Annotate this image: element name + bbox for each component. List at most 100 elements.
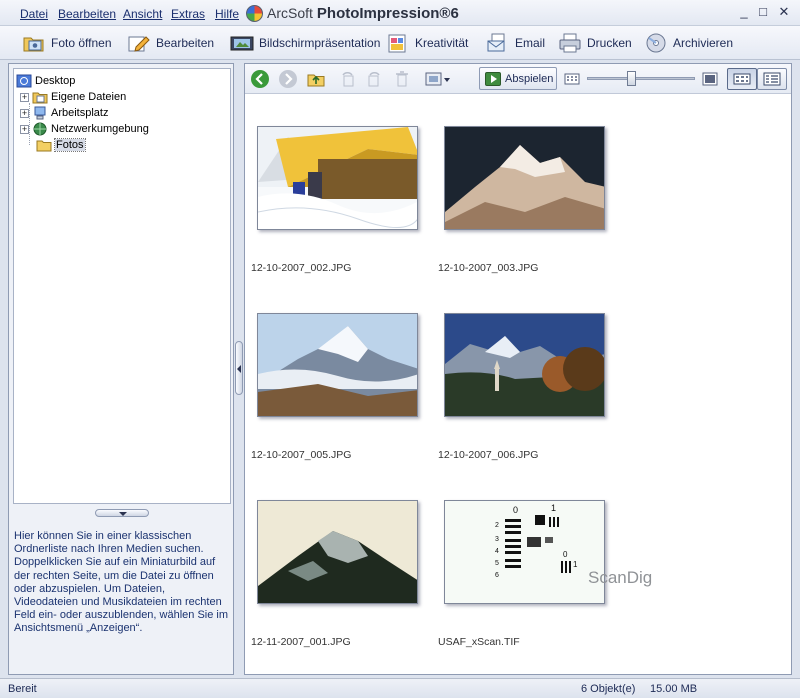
photo-alpine-village [445,314,604,416]
menu-bearbeiten[interactable]: Bearbeiten [58,7,116,21]
thumbnail-caption-3[interactable]: 12-10-2007_005.JPG [251,449,351,461]
details-view-button[interactable] [757,68,787,90]
object-count: 6 Objekt(e) [581,683,636,695]
email-button[interactable]: Email [486,30,545,56]
photo-mountain-dark [445,127,604,229]
email-icon [486,32,510,54]
tree-label-desktop: Desktop [35,75,76,87]
printer-icon [558,32,582,54]
forward-arrow-icon[interactable] [279,70,297,88]
svg-text:4: 4 [495,548,499,555]
open-photo-icon [22,32,46,54]
print-button[interactable]: Drucken [558,30,632,56]
large-thumbnail-icon[interactable] [701,70,719,88]
svg-text:1: 1 [573,560,578,569]
app-version: ®6 [439,4,459,22]
back-arrow-icon[interactable] [251,70,269,88]
minimize-button[interactable]: _ [736,5,752,19]
tree-label-eigene-dateien: Eigene Dateien [51,91,127,103]
folder-pane: Desktop + Eigene Dateien + Arbeitsplatz … [8,63,234,675]
svg-text:0: 0 [513,505,518,515]
small-thumbnails-icon[interactable] [563,70,581,88]
thumbnail-caption-5[interactable]: 12-11-2007_001.JPG [251,636,351,648]
rotate-left-icon[interactable] [339,70,357,88]
print-label: Drucken [587,36,632,50]
archive-cd-icon [644,32,668,54]
email-label: Email [515,36,546,50]
rotate-right-icon[interactable] [365,70,383,88]
app-brand: ArcSoft [267,5,313,21]
tree-label-fotos: Fotos [54,138,86,152]
expand-netzwerkumgebung[interactable]: + [20,124,29,134]
thumbnail-mountain-peak[interactable] [257,500,418,604]
menu-extras[interactable]: Extras [171,7,205,21]
tree-item-eigene-dateien[interactable]: + Eigene Dateien [20,89,126,105]
tree-item-fotos[interactable]: Fotos [36,137,86,153]
slideshow-icon [230,32,254,54]
thumbnail-caption-6[interactable]: USAF_xScan.TIF [438,636,520,648]
open-photo-button[interactable]: Foto öffnen [22,30,112,56]
thumbnail-mountain-dark[interactable] [444,126,605,230]
tree-item-desktop[interactable]: Desktop [16,73,75,89]
svg-text:0: 0 [563,550,568,559]
status-bar: Bereit 6 Objekt(e) 15.00 MB [0,678,800,698]
creativity-icon [386,32,410,54]
app-product: PhotoImpression [316,4,440,22]
thumbnail-view-button[interactable] [727,68,757,90]
expand-eigene-dateien[interactable]: + [20,92,29,102]
delete-icon[interactable] [393,70,411,88]
total-size: 15.00 MB [650,683,698,695]
menu-datei[interactable]: Datei [20,7,48,21]
view-toolbar: Abspielen [245,64,791,94]
creativity-button[interactable]: Kreativität [386,30,468,56]
collapse-tree-handle[interactable] [95,509,149,517]
photo-mountain-clouds [258,314,417,416]
folder-icon [36,138,52,152]
folder-tree: Desktop + Eigene Dateien + Arbeitsplatz … [13,68,231,504]
thumbnail-tent-snow[interactable] [257,126,418,230]
menu-ansicht[interactable]: Ansicht [123,7,162,21]
expand-arbeitsplatz[interactable]: + [20,108,29,118]
zoom-slider-track[interactable] [587,77,695,80]
open-photo-label: Foto öffnen [51,36,112,50]
my-computer-icon [32,106,48,120]
main-toolbar: Foto öffnen Bearbeiten Bildschirmpräsent… [0,26,800,60]
tree-label-netzwerkumgebung: Netzwerkumgebung [51,123,149,135]
tree-item-netzwerkumgebung[interactable]: + Netzwerkumgebung [20,121,149,137]
svg-text:5: 5 [495,560,499,567]
thumbnail-caption-4[interactable]: 12-10-2007_006.JPG [438,449,538,461]
maximize-button[interactable]: □ [755,5,771,19]
play-icon [485,71,501,86]
tree-item-arbeitsplatz[interactable]: + Arbeitsplatz [20,105,108,121]
thumbnail-alpine-village[interactable] [444,313,605,417]
view-mode-dropdown-icon[interactable] [425,70,451,88]
zoom-slider-thumb[interactable] [626,71,636,86]
app-title: ArcSoft PhotoImpression ®6 [246,3,459,23]
my-documents-icon [32,90,48,104]
archive-button[interactable]: Archivieren [644,30,733,56]
slideshow-button[interactable]: Bildschirmpräsentation [230,30,380,56]
edit-label: Bearbeiten [156,36,215,50]
svg-text:3: 3 [495,536,499,543]
thumbnail-resolution-chart[interactable]: 0 1 2 3 4 5 6 0 1 [444,500,605,604]
thumbnail-mountain-clouds[interactable] [257,313,418,417]
thumbnail-caption-1[interactable]: 12-10-2007_002.JPG [251,262,351,274]
svg-text:2: 2 [495,522,499,529]
status-text: Bereit [8,683,37,695]
arcsoft-logo-icon [246,4,263,22]
thumbnail-caption-2[interactable]: 12-10-2007_003.JPG [438,262,538,274]
up-folder-icon[interactable] [307,70,325,88]
menu-hilfe[interactable]: Hilfe [215,7,239,21]
edit-pencil-icon [127,32,151,54]
photo-resolution-chart: 0 1 2 3 4 5 6 0 1 [445,501,604,603]
thumbnail-pane: Abspielen 12-10-2007_002.JPG 12-10-2007_… [244,63,792,675]
creativity-label: Kreativität [415,36,469,50]
slideshow-label: Bildschirmpräsentation [259,36,381,50]
network-icon [32,122,48,136]
pane-splitter-handle[interactable] [235,341,243,395]
svg-text:1: 1 [551,503,556,513]
thumbnail-view-icon [733,73,751,85]
play-button[interactable]: Abspielen [479,67,557,90]
close-button[interactable]: ✕ [776,5,792,19]
edit-button[interactable]: Bearbeiten [127,30,214,56]
